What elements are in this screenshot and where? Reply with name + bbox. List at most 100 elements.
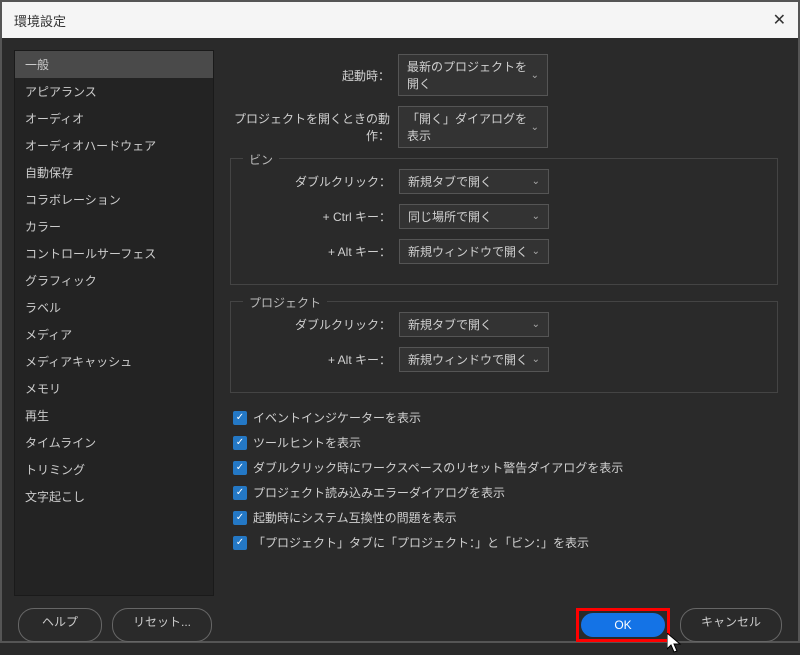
sidebar-label: コラボレーション [25,193,121,207]
chevron-down-icon: ⌄ [532,319,540,330]
chevron-down-icon: ⌄ [531,122,539,133]
checkbox-tab-label[interactable]: ✓ 「プロジェクト」タブに「プロジェクト：」と「ビン：」を表示 [230,534,778,551]
sidebar-label: アピアランス [25,85,97,99]
help-button[interactable]: ヘルプ [18,608,102,642]
open-project-select[interactable]: 「開く」ダイアログを表示 ⌄ [398,106,548,148]
sidebar-label: メモリ [25,382,61,396]
button-label: キャンセル [701,615,761,629]
startup-select[interactable]: 最新のプロジェクトを開く ⌄ [398,54,548,96]
sidebar-item-graphics[interactable]: グラフィック [15,267,213,294]
sidebar-item-color[interactable]: カラー [15,213,213,240]
project-alt-label: + Alt キー： [231,351,391,368]
sidebar: 一般 アピアランス オーディオ オーディオハードウェア 自動保存 コラボレーショ… [14,50,214,596]
chevron-down-icon: ⌄ [532,211,540,222]
checkbox-workspace-reset[interactable]: ✓ ダブルクリック時にワークスペースのリセット警告ダイアログを表示 [230,459,778,476]
sidebar-label: オーディオ [25,112,84,126]
chevron-down-icon: ⌄ [532,354,540,365]
dialog-title: 環境設定 [14,11,66,30]
button-label: OK [614,618,631,632]
project-dblclick-select[interactable]: 新規タブで開く ⌄ [399,312,549,337]
checkbox-icon: ✓ [233,436,247,450]
select-value: 新規タブで開く [408,173,492,190]
sidebar-label: タイムライン [25,436,96,450]
sidebar-label: グラフィック [25,274,97,288]
project-dblclick-label: ダブルクリック： [231,316,391,333]
sidebar-label: 文字起こし [25,490,85,504]
cancel-button[interactable]: キャンセル [680,608,782,642]
main-panel: 起動時： 最新のプロジェクトを開く ⌄ プロジェクトを開くときの動作： 「開く」… [222,50,786,596]
bin-fieldset: ビン ダブルクリック： 新規タブで開く ⌄ + Ctrl キー： 同じ場所で開く… [230,158,778,285]
sidebar-label: 再生 [25,409,49,423]
highlight-box: OK [576,608,670,642]
sidebar-label: トリミング [25,463,85,477]
sidebar-item-media[interactable]: メディア [15,321,213,348]
sidebar-item-appearance[interactable]: アピアランス [15,78,213,105]
checkbox-icon: ✓ [233,536,247,550]
select-value: 新規タブで開く [408,316,492,333]
select-value: 最新のプロジェクトを開く [407,58,531,92]
sidebar-label: ラベル [25,301,61,315]
sidebar-item-trimming[interactable]: トリミング [15,456,213,483]
select-value: 新規ウィンドウで開く [408,243,528,260]
bin-alt-select[interactable]: 新規ウィンドウで開く ⌄ [399,239,549,264]
bin-ctrl-label: + Ctrl キー： [231,208,391,225]
sidebar-label: コントロールサーフェス [25,247,156,261]
sidebar-item-transcription[interactable]: 文字起こし [15,483,213,510]
bin-dblclick-select[interactable]: 新規タブで開く ⌄ [399,169,549,194]
reset-button[interactable]: リセット... [112,608,212,642]
sidebar-item-audio[interactable]: オーディオ [15,105,213,132]
startup-label: 起動時： [230,67,390,84]
select-value: 新規ウィンドウで開く [408,351,528,368]
select-value: 「開く」ダイアログを表示 [407,110,531,144]
chevron-down-icon: ⌄ [532,176,540,187]
button-label: リセット... [133,615,191,629]
button-label: ヘルプ [42,615,78,629]
select-value: 同じ場所で開く [408,208,492,225]
sidebar-label: メディアキャッシュ [25,355,132,369]
sidebar-item-labels[interactable]: ラベル [15,294,213,321]
checkbox-compatibility[interactable]: ✓ 起動時にシステム互換性の問題を表示 [230,509,778,526]
project-alt-select[interactable]: 新規ウィンドウで開く ⌄ [399,347,549,372]
sidebar-label: 自動保存 [25,166,73,180]
checkbox-event-indicator[interactable]: ✓ イベントインジケーターを表示 [230,409,778,426]
chevron-down-icon: ⌄ [531,70,539,81]
bin-ctrl-select[interactable]: 同じ場所で開く ⌄ [399,204,549,229]
bin-legend: ビン [243,151,279,168]
cursor-icon [667,633,685,655]
dialog-body: 一般 アピアランス オーディオ オーディオハードウェア 自動保存 コラボレーショ… [2,38,798,608]
close-icon[interactable]: ✕ [773,10,786,30]
sidebar-item-audio-hardware[interactable]: オーディオハードウェア [15,132,213,159]
ok-button[interactable]: OK [581,613,665,637]
sidebar-item-collaboration[interactable]: コラボレーション [15,186,213,213]
sidebar-label: メディア [25,328,72,342]
checkbox-icon: ✓ [233,486,247,500]
open-project-label: プロジェクトを開くときの動作： [230,110,390,144]
checkbox-icon: ✓ [233,511,247,525]
sidebar-item-control-surface[interactable]: コントロールサーフェス [15,240,213,267]
sidebar-item-playback[interactable]: 再生 [15,402,213,429]
sidebar-item-general[interactable]: 一般 [15,51,213,78]
checkbox-label: 起動時にシステム互換性の問題を表示 [253,509,457,526]
sidebar-label: 一般 [25,58,49,72]
checkbox-label: ダブルクリック時にワークスペースのリセット警告ダイアログを表示 [253,459,623,476]
titlebar: 環境設定 ✕ [2,2,798,38]
bin-dblclick-label: ダブルクリック： [231,173,391,190]
sidebar-item-memory[interactable]: メモリ [15,375,213,402]
checkbox-icon: ✓ [233,411,247,425]
checkbox-icon: ✓ [233,461,247,475]
checkbox-label: 「プロジェクト」タブに「プロジェクト：」と「ビン：」を表示 [253,534,589,551]
sidebar-item-timeline[interactable]: タイムライン [15,429,213,456]
checkbox-label: イベントインジケーターを表示 [253,409,421,426]
sidebar-label: オーディオハードウェア [25,139,156,153]
chevron-down-icon: ⌄ [532,246,540,257]
footer: ヘルプ リセット... OK キャンセル [2,608,798,654]
sidebar-item-media-cache[interactable]: メディアキャッシュ [15,348,213,375]
checkbox-load-error[interactable]: ✓ プロジェクト読み込みエラーダイアログを表示 [230,484,778,501]
checkbox-label: ツールヒントを表示 [253,434,361,451]
sidebar-item-autosave[interactable]: 自動保存 [15,159,213,186]
checkbox-label: プロジェクト読み込みエラーダイアログを表示 [253,484,505,501]
sidebar-label: カラー [25,220,61,234]
bin-alt-label: + Alt キー： [231,243,391,260]
project-legend: プロジェクト [243,294,327,311]
checkbox-tooltips[interactable]: ✓ ツールヒントを表示 [230,434,778,451]
